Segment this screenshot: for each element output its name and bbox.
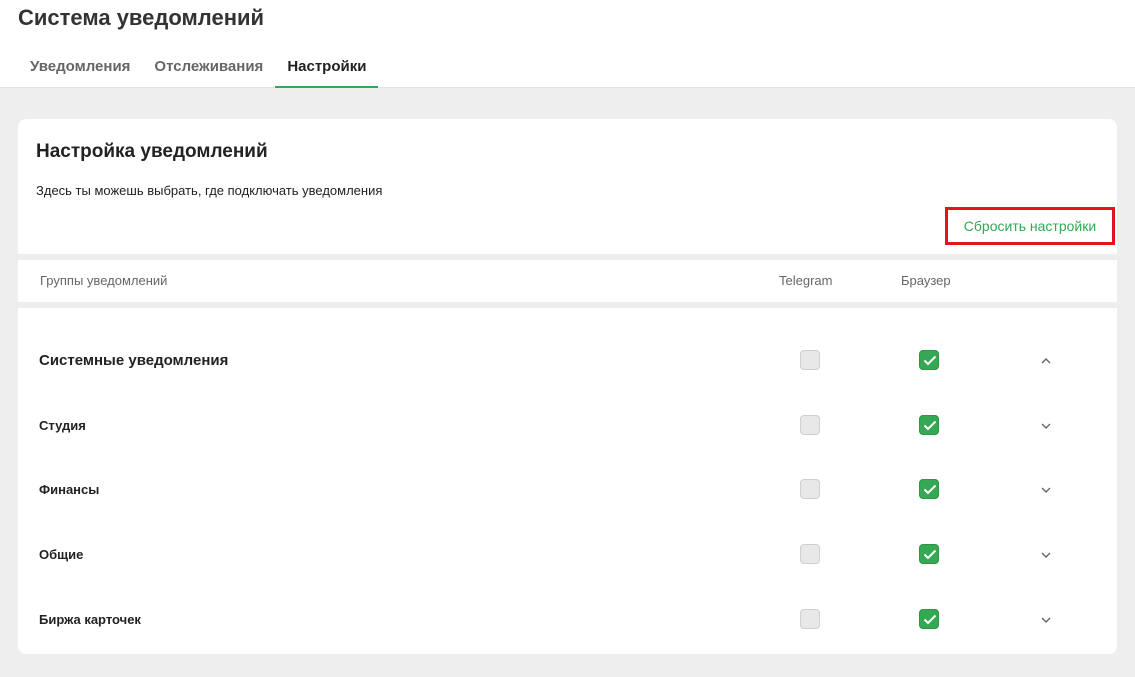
tab-tracking[interactable]: Отслеживания	[142, 46, 275, 88]
browser-checkbox[interactable]	[919, 479, 939, 499]
tab-bar: Уведомления Отслеживания Настройки	[18, 46, 379, 88]
column-browser: Браузер	[901, 273, 951, 288]
group-row: Биржа карточек	[18, 601, 1117, 641]
group-row: Студия	[18, 407, 1117, 447]
chevron-down-icon[interactable]	[1039, 419, 1053, 433]
chevron-down-icon[interactable]	[1039, 483, 1053, 497]
browser-checkbox[interactable]	[919, 415, 939, 435]
group-label: Финансы	[39, 482, 100, 497]
check-icon	[923, 549, 937, 560]
column-header: Группы уведомлений Telegram Браузер	[18, 260, 1117, 302]
group-label: Системные уведомления	[39, 352, 229, 369]
check-icon	[923, 355, 937, 366]
telegram-checkbox[interactable]	[800, 544, 820, 564]
group-label: Общие	[39, 547, 84, 562]
browser-checkbox[interactable]	[919, 544, 939, 564]
chevron-down-icon[interactable]	[1039, 613, 1053, 627]
page-title: Настройка уведомлений	[36, 141, 268, 162]
group-row: Системные уведомления	[18, 342, 1117, 382]
check-icon	[923, 614, 937, 625]
telegram-checkbox[interactable]	[800, 415, 820, 435]
tab-settings[interactable]: Настройки	[275, 46, 379, 88]
group-label: Биржа карточек	[39, 612, 141, 627]
group-row: Общие	[18, 536, 1117, 576]
telegram-checkbox[interactable]	[800, 609, 820, 629]
settings-header-card: Настройка уведомлений Здесь ты можешь вы…	[18, 119, 1117, 254]
tab-notifications[interactable]: Уведомления	[18, 46, 142, 88]
browser-checkbox[interactable]	[919, 609, 939, 629]
check-icon	[923, 420, 937, 431]
notification-groups-list: Системные уведомления Студия Финансы Общ…	[18, 308, 1117, 654]
column-groups: Группы уведомлений	[40, 273, 168, 288]
chevron-up-icon[interactable]	[1039, 354, 1053, 368]
check-icon	[923, 484, 937, 495]
column-telegram: Telegram	[779, 273, 833, 288]
telegram-checkbox[interactable]	[800, 479, 820, 499]
group-label: Студия	[39, 418, 86, 433]
top-bar: Система уведомлений Уведомления Отслежив…	[0, 0, 1135, 88]
browser-checkbox[interactable]	[919, 350, 939, 370]
reset-settings-button[interactable]: Сбросить настройки	[945, 207, 1115, 245]
chevron-down-icon[interactable]	[1039, 548, 1053, 562]
app-title: Система уведомлений	[18, 5, 265, 30]
page-description: Здесь ты можешь выбрать, где подключать …	[36, 183, 383, 198]
group-row: Финансы	[18, 471, 1117, 511]
telegram-checkbox[interactable]	[800, 350, 820, 370]
